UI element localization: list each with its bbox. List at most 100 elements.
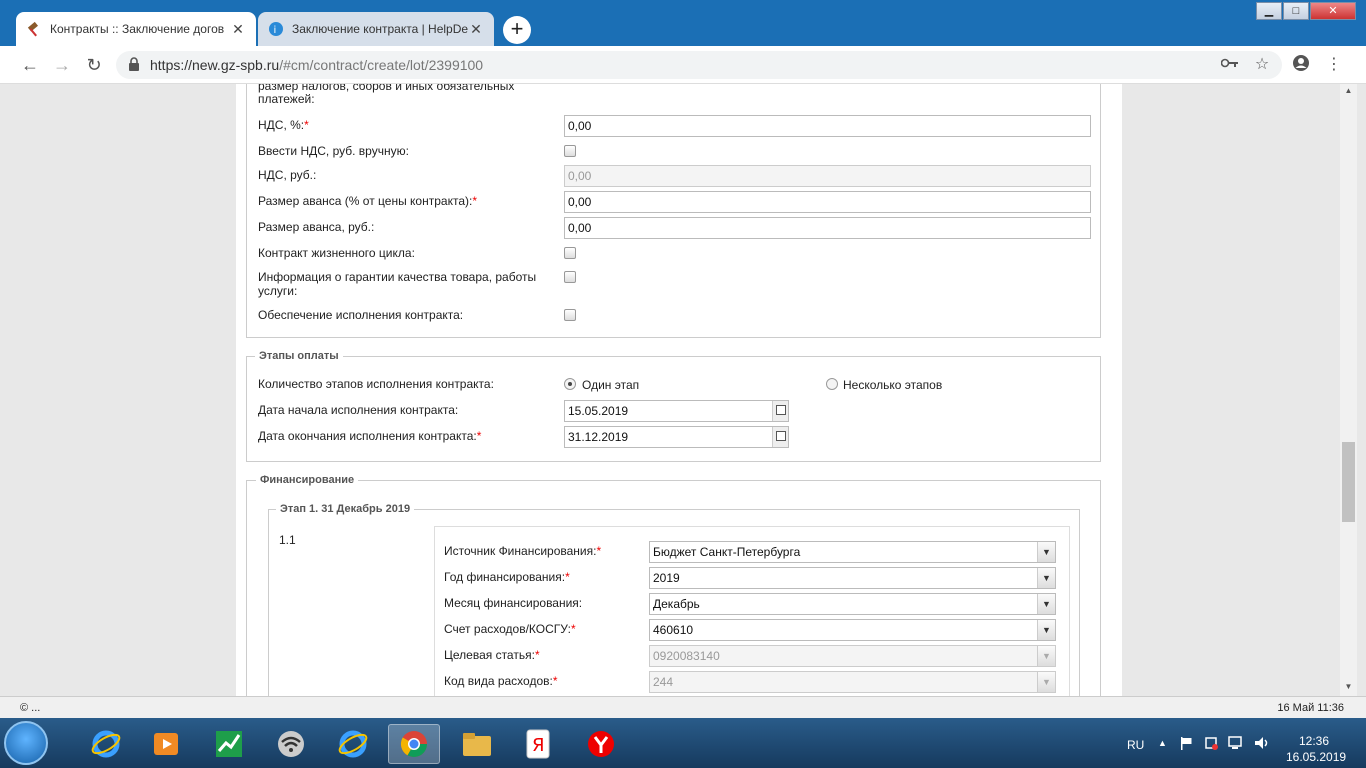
kind-label: Код вида расходов:* bbox=[444, 674, 558, 688]
flag-icon[interactable] bbox=[1180, 736, 1194, 753]
required-mark: * bbox=[570, 622, 576, 636]
maximize-button[interactable]: □ bbox=[1283, 2, 1309, 20]
month-select[interactable]: Декабрь ▼ bbox=[649, 593, 1056, 615]
tab-helpdesk[interactable]: i Заключение контракта | HelpDe ✕ bbox=[258, 12, 494, 46]
vat-pct-input[interactable]: 0,00 bbox=[564, 115, 1091, 137]
minimize-button[interactable]: ▁ bbox=[1256, 2, 1282, 20]
show-hidden-icons-icon[interactable]: ▲ bbox=[1158, 738, 1167, 748]
source-label: Источник Финансирования:* bbox=[444, 544, 601, 558]
vat-rub-input[interactable]: 0,00 bbox=[564, 165, 1091, 187]
network-icon[interactable] bbox=[265, 724, 317, 764]
page-status-bar: © ... 16 Май 11:36 bbox=[0, 696, 1366, 718]
media-player-icon[interactable] bbox=[140, 724, 192, 764]
quality-line1: Информация о гарантии качества товара, р… bbox=[258, 270, 537, 284]
required-mark: * bbox=[304, 118, 309, 132]
calendar-icon[interactable] bbox=[772, 401, 788, 421]
calendar-icon[interactable] bbox=[772, 427, 788, 447]
security-checkbox[interactable] bbox=[564, 309, 576, 321]
target-label-text: Целевая статья: bbox=[444, 648, 535, 662]
lifecycle-checkbox[interactable] bbox=[564, 247, 576, 259]
ie-icon[interactable] bbox=[327, 724, 379, 764]
forward-arrow-icon[interactable]: → bbox=[51, 54, 73, 76]
page-scrollbar[interactable]: ▲ ▼ bbox=[1340, 84, 1357, 696]
source-label-text: Источник Финансирования: bbox=[444, 544, 597, 558]
one-stage-radio[interactable] bbox=[564, 378, 576, 390]
start-date-input[interactable]: 15.05.2019 bbox=[564, 400, 789, 422]
yandex-browser-icon[interactable]: Я bbox=[512, 724, 564, 764]
stock-chart-icon[interactable] bbox=[203, 724, 255, 764]
tab-contracts[interactable]: Контракты :: Заключение догов ✕ bbox=[16, 12, 256, 46]
year-select[interactable]: 2019 ▼ bbox=[649, 567, 1056, 589]
stage-1-section: Этап 1. 31 Декабрь 2019 1.1 Источник Фин… bbox=[268, 503, 1080, 696]
folder-icon[interactable] bbox=[451, 724, 503, 764]
yandex-icon[interactable] bbox=[575, 724, 627, 764]
payment-stages-legend: Этапы оплаты bbox=[255, 350, 343, 362]
account-label-text: Счет расходов/КОСГУ: bbox=[444, 622, 571, 636]
vat-pct-label: НДС, %:* bbox=[258, 118, 309, 132]
year-label: Год финансирования:* bbox=[444, 570, 570, 584]
required-mark: * bbox=[552, 674, 558, 688]
svg-text:i: i bbox=[274, 25, 277, 36]
account-select[interactable]: 460610 ▼ bbox=[649, 619, 1056, 641]
vat-manual-label: Ввести НДС, руб. вручную: bbox=[258, 144, 409, 158]
quality-guarantee-checkbox[interactable] bbox=[564, 271, 576, 283]
kind-select[interactable]: 244 ▼ bbox=[649, 671, 1056, 693]
menu-dots-icon[interactable]: ⋮ bbox=[1323, 54, 1345, 76]
clock-time[interactable]: 12:36 bbox=[1299, 734, 1329, 748]
status-datetime: 16 Май 11:36 bbox=[1277, 702, 1344, 714]
volume-icon[interactable] bbox=[1254, 736, 1270, 753]
required-mark: * bbox=[472, 194, 477, 208]
scrollbar-thumb[interactable] bbox=[1342, 442, 1355, 522]
new-tab-button[interactable]: + bbox=[503, 16, 531, 44]
source-select[interactable]: Бюджет Санкт-Петербурга ▼ bbox=[649, 541, 1056, 563]
stage-1-legend: Этап 1. 31 Декабрь 2019 bbox=[276, 503, 415, 515]
close-window-button[interactable]: ✕ bbox=[1310, 2, 1356, 20]
target-select[interactable]: 0920083140 ▼ bbox=[649, 645, 1056, 667]
end-date-value: 31.12.2019 bbox=[568, 430, 629, 444]
close-icon[interactable]: ✕ bbox=[468, 21, 484, 38]
url-path: /#cm/contract/create/lot/2399100 bbox=[279, 57, 484, 73]
back-arrow-icon[interactable]: ← bbox=[19, 54, 41, 76]
key-icon[interactable] bbox=[1219, 54, 1241, 76]
device-icon[interactable] bbox=[1204, 736, 1218, 753]
quality-line2: услуги: bbox=[258, 284, 298, 298]
payment-stages-section: Этапы оплаты Количество этапов исполнени… bbox=[246, 350, 1101, 462]
start-button[interactable] bbox=[4, 721, 48, 765]
advance-rub-input[interactable]: 0,00 bbox=[564, 217, 1091, 239]
address-bar[interactable]: https://new.gz-spb.ru/#cm/contract/creat… bbox=[116, 51, 1282, 79]
chevron-down-icon[interactable]: ▼ bbox=[1037, 620, 1055, 640]
many-stages-radio[interactable] bbox=[826, 378, 838, 390]
advance-rub-label: Размер аванса, руб.: bbox=[258, 220, 375, 234]
vat-manual-checkbox[interactable] bbox=[564, 145, 576, 157]
month-value: Декабрь bbox=[653, 597, 700, 611]
target-label: Целевая статья:* bbox=[444, 648, 540, 662]
url-host: https://new.gz-spb.ru bbox=[150, 57, 280, 73]
chevron-down-icon[interactable]: ▼ bbox=[1037, 672, 1055, 692]
end-date-label-text: Дата окончания исполнения контракта: bbox=[258, 429, 477, 443]
lock-icon bbox=[128, 57, 140, 71]
chevron-down-icon[interactable]: ▼ bbox=[1037, 568, 1055, 588]
browser-tab-bar: Контракты :: Заключение догов ✕ i Заключ… bbox=[0, 0, 1366, 46]
ie-icon[interactable] bbox=[80, 724, 132, 764]
kind-value: 244 bbox=[653, 675, 674, 689]
close-icon[interactable]: ✕ bbox=[230, 21, 246, 38]
chrome-icon[interactable] bbox=[388, 724, 440, 764]
chevron-down-icon[interactable]: ▼ bbox=[1037, 542, 1055, 562]
help-icon: i bbox=[268, 21, 284, 37]
reload-icon[interactable]: ↻ bbox=[83, 54, 105, 76]
network-status-icon[interactable] bbox=[1228, 736, 1244, 753]
advance-pct-input[interactable]: 0,00 bbox=[564, 191, 1091, 213]
status-left: © ... bbox=[20, 702, 41, 714]
lifecycle-label: Контракт жизненного цикла: bbox=[258, 246, 415, 260]
chevron-down-icon[interactable]: ▼ bbox=[1037, 594, 1055, 614]
stages-count-label: Количество этапов исполнения контракта: bbox=[258, 377, 494, 391]
scroll-down-icon[interactable]: ▼ bbox=[1340, 680, 1357, 694]
end-date-input[interactable]: 31.12.2019 bbox=[564, 426, 789, 448]
account-icon[interactable] bbox=[1290, 54, 1312, 76]
clock-date[interactable]: 16.05.2019 bbox=[1286, 750, 1346, 764]
chevron-down-icon[interactable]: ▼ bbox=[1037, 646, 1055, 666]
many-stages-label: Несколько этапов bbox=[843, 378, 943, 392]
star-icon[interactable]: ☆ bbox=[1251, 54, 1273, 76]
language-indicator[interactable]: RU bbox=[1127, 738, 1144, 752]
scroll-up-icon[interactable]: ▲ bbox=[1340, 84, 1357, 98]
